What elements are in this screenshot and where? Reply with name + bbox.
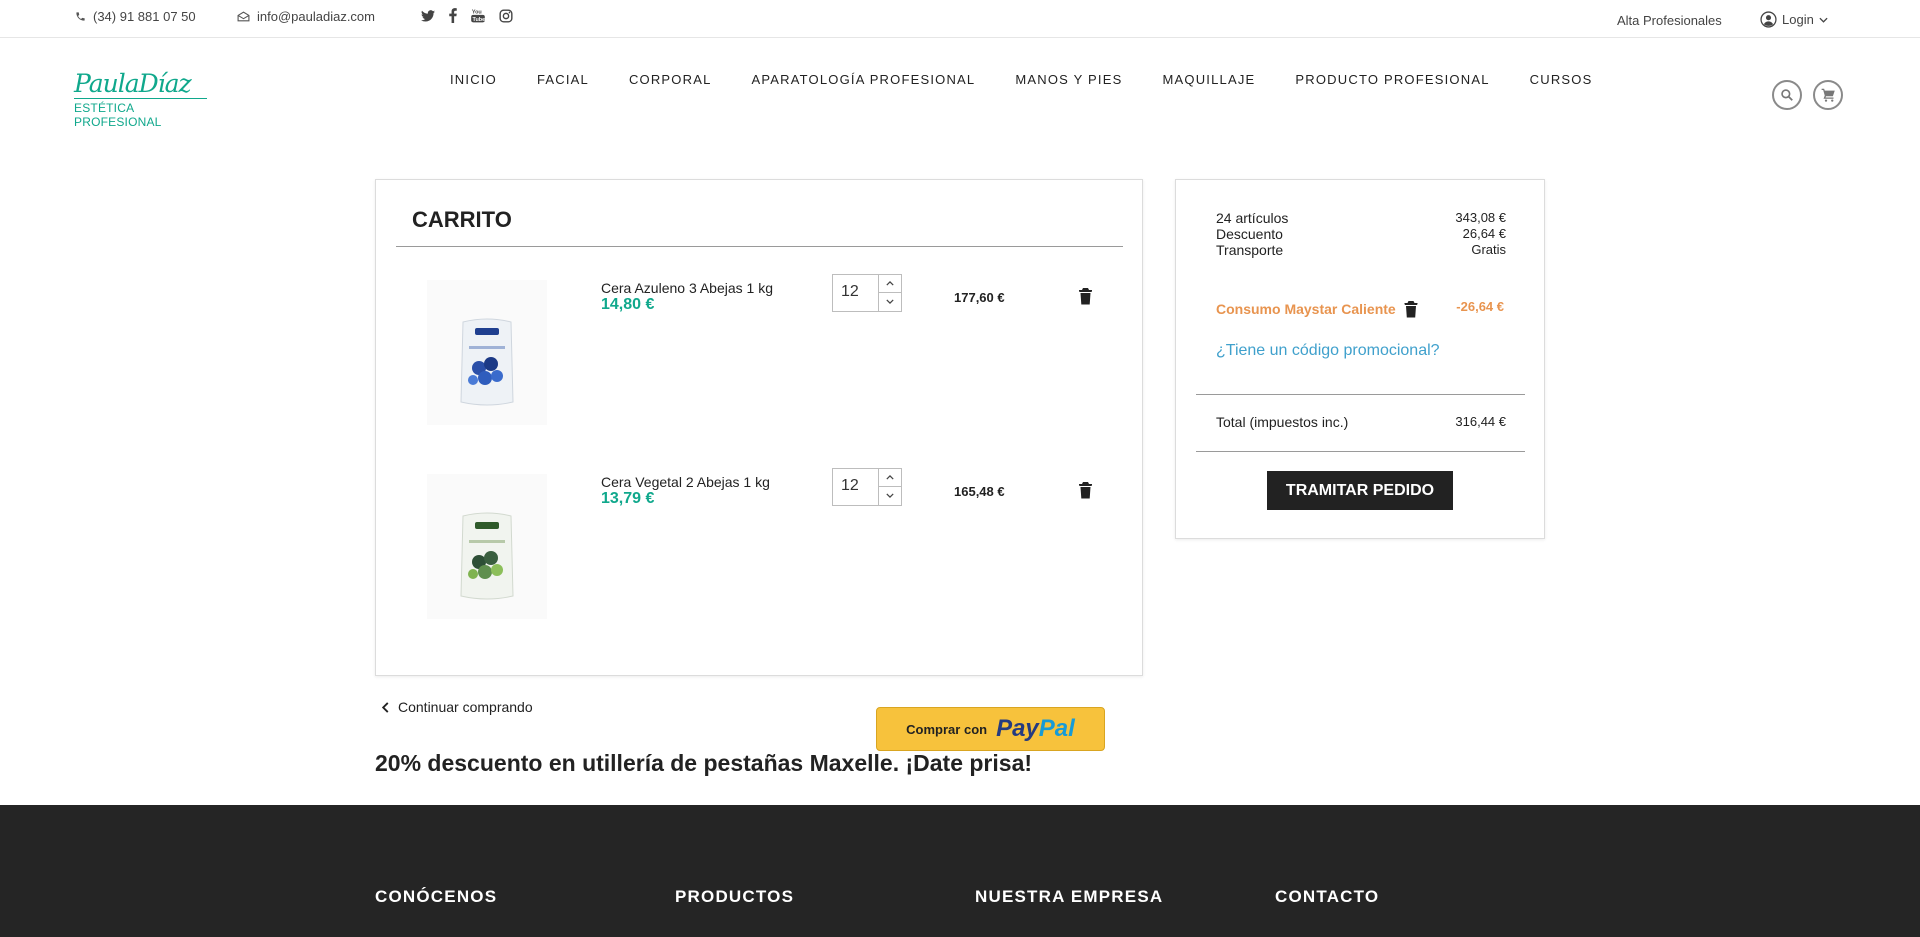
nav-corporal[interactable]: CORPORAL — [609, 72, 732, 87]
checkout-button[interactable]: TRAMITAR PEDIDO — [1267, 471, 1453, 510]
promo-code-link[interactable]: ¿Tiene un código promocional? — [1216, 342, 1440, 360]
email-address: info@pauladiaz.com — [257, 9, 375, 24]
summary-value: 343,08 € — [1455, 210, 1506, 225]
nav-inicio[interactable]: INICIO — [430, 72, 517, 87]
line-total: 165,48 € — [954, 484, 1005, 499]
phone-number: (34) 91 881 07 50 — [93, 9, 196, 24]
paypal-button[interactable]: Comprar con PayPal — [876, 707, 1105, 751]
user-icon — [1760, 11, 1777, 28]
search-button[interactable] — [1772, 80, 1802, 110]
cart-title: CARRITO — [412, 207, 512, 232]
product-name[interactable]: Cera Vegetal 2 Abejas 1 kg — [601, 474, 770, 490]
summary-label: Descuento — [1216, 226, 1283, 242]
quantity-value[interactable]: 12 — [841, 283, 859, 301]
promo-banner: 20% descuento en utillería de pestañas M… — [375, 750, 1033, 776]
footer-heading-productos: PRODUCTOS — [675, 887, 795, 906]
cart-icon — [1821, 88, 1835, 102]
product-price: 14,80 € — [601, 296, 655, 313]
summary-row-discount: Descuento 26,64 € — [1216, 226, 1506, 242]
facebook-icon[interactable] — [449, 8, 457, 23]
trash-icon[interactable] — [1404, 300, 1418, 318]
chevron-down-icon — [1819, 17, 1828, 23]
nav-manos-y-pies[interactable]: MANOS Y PIES — [995, 72, 1142, 87]
total-value: 316,44 € — [1455, 414, 1506, 429]
summary-value: Gratis — [1471, 242, 1506, 257]
social-links: You Tube — [421, 8, 513, 23]
voucher-name: Consumo Maystar Caliente — [1216, 301, 1396, 317]
quantity-stepper[interactable]: 12 — [832, 468, 902, 506]
footer: CONÓCENOS PRODUCTOS NUESTRA EMPRESA CONT… — [0, 805, 1920, 937]
summary-label: Transporte — [1216, 242, 1284, 258]
phone-icon — [76, 12, 85, 21]
line-total: 177,60 € — [954, 290, 1005, 305]
paypal-prefix: Comprar con — [906, 721, 988, 737]
summary-total: Total (impuestos inc.) 316,44 € — [1216, 414, 1506, 430]
increase-button[interactable] — [879, 275, 901, 292]
quantity-stepper[interactable]: 12 — [832, 274, 902, 312]
trash-icon[interactable] — [1078, 287, 1093, 305]
nav-aparatologia[interactable]: APARATOLOGÍA PROFESIONAL — [732, 72, 996, 87]
decrease-button[interactable] — [879, 486, 901, 504]
nav-producto-profesional[interactable]: PRODUCTO PROFESIONAL — [1275, 72, 1509, 87]
applied-voucher: Consumo Maystar Caliente — [1216, 300, 1418, 318]
trash-icon[interactable] — [1078, 481, 1093, 499]
site-logo[interactable]: PaulaDíaz ESTÉTICA PROFESIONAL — [74, 69, 209, 129]
nav-facial[interactable]: FACIAL — [517, 72, 609, 87]
chevron-up-icon — [886, 475, 894, 480]
youtube-icon[interactable]: You Tube — [471, 8, 485, 23]
divider — [1196, 451, 1525, 452]
search-icon — [1781, 89, 1793, 101]
svg-text:Tube: Tube — [473, 17, 485, 23]
instagram-icon[interactable] — [499, 8, 513, 23]
cart-panel: CARRITO Cera Azuleno 3 Abejas 1 kg 14,80… — [375, 179, 1143, 676]
product-name[interactable]: Cera Azuleno 3 Abejas 1 kg — [601, 280, 773, 296]
login-label: Login — [1782, 12, 1814, 27]
voucher-value: -26,64 € — [1456, 299, 1504, 314]
top-bar: (34) 91 881 07 50 info@pauladiaz.com You… — [0, 0, 1920, 38]
cart-button[interactable] — [1813, 80, 1843, 110]
paypal-logo: PayPal — [996, 715, 1075, 743]
product-image[interactable] — [427, 474, 547, 619]
email-contact[interactable]: info@pauladiaz.com — [237, 9, 375, 24]
login-menu[interactable]: Login — [1760, 11, 1828, 28]
summary-row-shipping: Transporte Gratis — [1216, 242, 1506, 258]
phone-contact[interactable]: (34) 91 881 07 50 — [75, 9, 196, 24]
main-nav: INICIO FACIAL CORPORAL APARATOLOGÍA PROF… — [430, 72, 1612, 87]
summary-label: 24 artículos — [1216, 210, 1289, 226]
footer-heading-conocenos: CONÓCENOS — [375, 887, 498, 906]
chevron-down-icon — [886, 493, 894, 498]
paypal-logo-pal: Pal — [1038, 715, 1075, 742]
twitter-icon[interactable] — [421, 9, 435, 22]
increase-button[interactable] — [879, 469, 901, 486]
paypal-logo-pay: Pay — [996, 715, 1039, 742]
divider — [1196, 394, 1525, 395]
summary-row-items: 24 artículos 343,08 € — [1216, 210, 1506, 226]
chevron-up-icon — [886, 281, 894, 286]
logo-script: PaulaDíaz — [74, 69, 192, 98]
total-label: Total (impuestos inc.) — [1216, 414, 1349, 430]
continue-shopping-link[interactable]: Continuar comprando — [382, 699, 533, 715]
divider — [396, 246, 1123, 247]
svg-text:You: You — [472, 9, 482, 15]
chevron-down-icon — [886, 299, 894, 304]
order-summary: 24 artículos 343,08 € Descuento 26,64 € … — [1175, 179, 1545, 539]
nav-maquillaje[interactable]: MAQUILLAJE — [1142, 72, 1275, 87]
continue-label: Continuar comprando — [398, 699, 533, 715]
product-price: 13,79 € — [601, 490, 655, 507]
quantity-value[interactable]: 12 — [841, 477, 859, 495]
logo-subtitle: ESTÉTICA PROFESIONAL — [74, 98, 207, 129]
envelope-icon — [237, 11, 250, 22]
product-image[interactable] — [427, 280, 547, 425]
footer-heading-contacto: CONTACTO — [1275, 887, 1380, 906]
nav-cursos[interactable]: CURSOS — [1510, 72, 1613, 87]
pro-signup-link[interactable]: Alta Profesionales — [1617, 13, 1722, 28]
summary-value: 26,64 € — [1462, 226, 1506, 241]
decrease-button[interactable] — [879, 292, 901, 310]
chevron-left-icon — [382, 701, 389, 713]
footer-heading-empresa: NUESTRA EMPRESA — [975, 887, 1164, 906]
